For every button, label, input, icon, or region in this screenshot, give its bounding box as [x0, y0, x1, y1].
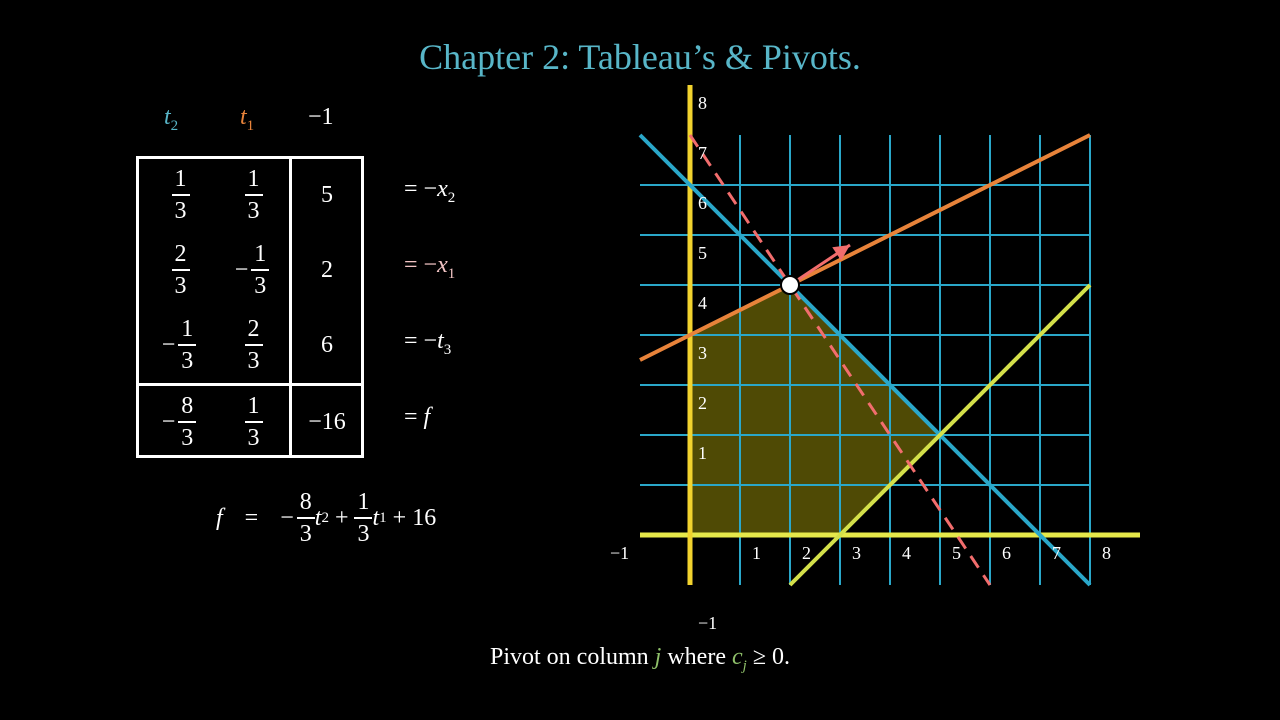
- current-vertex: [780, 275, 800, 295]
- y-tick-label: 8: [698, 93, 707, 113]
- caption-c-var: c: [731, 644, 743, 670]
- x-tick-label: 5: [952, 543, 961, 563]
- x-tick-label: 8: [1102, 543, 1111, 563]
- caption-pre: Pivot on column: [490, 644, 655, 670]
- constraint-line-2: [639, 133, 1091, 362]
- y-tick-label: 6: [698, 193, 707, 213]
- caption-post: ≥ 0.: [746, 644, 790, 670]
- y-tick-label: 1: [698, 443, 707, 463]
- x-tick-label: 3: [852, 543, 861, 563]
- x-tick-label: 6: [1002, 543, 1011, 563]
- y-tick-label: −1: [698, 613, 717, 633]
- x-tick-label: −1: [610, 543, 629, 563]
- x-tick-label: 2: [802, 543, 811, 563]
- y-tick-label: 2: [698, 393, 707, 413]
- caption-c: cj: [731, 644, 747, 674]
- caption: Pivot on column j where cj ≥ 0.: [0, 644, 1280, 675]
- x-tick-label: 1: [752, 543, 761, 563]
- y-tick-label: 7: [698, 143, 707, 163]
- x-tick-label: 7: [1052, 543, 1061, 563]
- x-tick-label: 4: [902, 543, 911, 563]
- y-tick-label: 5: [698, 243, 707, 263]
- feasible-region: [690, 285, 940, 535]
- y-tick-label: 4: [698, 293, 707, 313]
- feasible-region-plot: −1 1 2 3 4 5 6 7 8 −1 1 2 3 4 5 6 7 8: [610, 85, 1140, 633]
- caption-mid: where: [661, 644, 732, 670]
- y-tick-label: 3: [698, 343, 707, 363]
